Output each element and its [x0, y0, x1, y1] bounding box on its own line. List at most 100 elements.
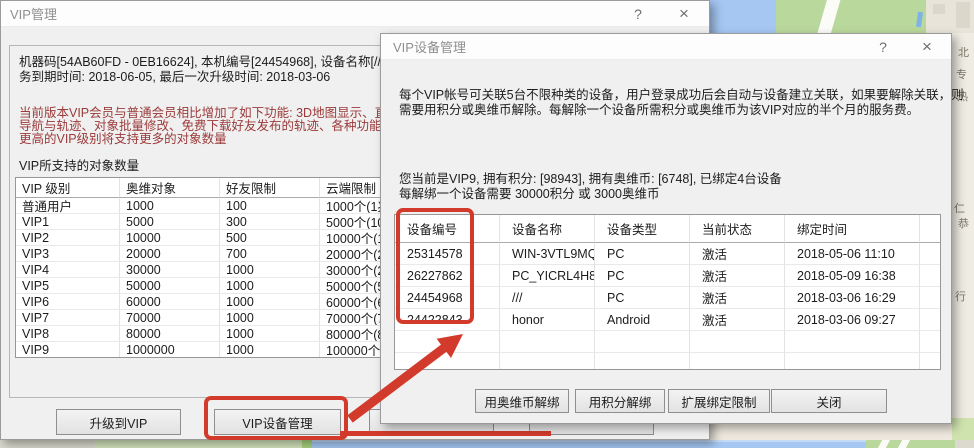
table-cell: VIP5 [16, 278, 120, 294]
table-cell: 50000 [120, 278, 220, 294]
column-header: 设备编号 [395, 215, 500, 243]
table-cell: 2018-05-06 11:10 [785, 243, 920, 265]
map-label: 北 [958, 44, 969, 60]
column-header: 好友限制 [220, 178, 320, 198]
table-cell: 25314578 [395, 243, 500, 265]
table-cell: Android [595, 309, 690, 331]
table-cell [500, 331, 595, 353]
machine-info-line2: 务到期时间: 2018-06-05, 最后一次升级时间: 2018-03-06 [19, 66, 330, 85]
close-button[interactable]: 关闭 [771, 389, 887, 413]
column-header: VIP 级别 [16, 178, 120, 198]
table-row[interactable] [395, 353, 940, 370]
table-cell [395, 331, 500, 353]
map-label: 恭 [958, 215, 969, 231]
table-row[interactable]: 25314578WIN-3VTL9MQ...PC激活2018-05-06 11:… [395, 243, 940, 265]
table-cell [785, 331, 920, 353]
table-cell: VIP8 [16, 326, 120, 342]
column-header: 当前状态 [690, 215, 785, 243]
table-cell: /// [500, 287, 595, 309]
close-icon[interactable]: × [905, 34, 949, 60]
table-cell: PC [595, 287, 690, 309]
table-cell [920, 309, 940, 331]
help-button[interactable]: ? [861, 34, 905, 60]
table-cell: 30000 [120, 262, 220, 278]
vip-device-dialog: VIP设备管理 ? × 每个VIP帐号可关联5台不限种类的设备，用户登录成功后会… [380, 33, 952, 424]
table-cell: 2018-03-06 09:27 [785, 309, 920, 331]
table-cell: 1000 [220, 278, 320, 294]
table-cell [920, 243, 940, 265]
vip-device-manage-button[interactable]: VIP设备管理 [214, 409, 341, 435]
table-cell: 70000 [120, 310, 220, 326]
table-cell: PC_YICRL4H8E... [500, 265, 595, 287]
table-cell [395, 353, 500, 370]
table-cell: 激活 [690, 265, 785, 287]
table-cell: 1000 [220, 262, 320, 278]
unbind-with-coin-button[interactable]: 用奥维币解绑 [475, 389, 569, 413]
main-window-title: VIP管理 [10, 4, 57, 23]
map-building [933, 4, 945, 14]
table-cell: 激活 [690, 309, 785, 331]
table-cell: 2018-05-09 16:38 [785, 265, 920, 287]
table-cell: 1000 [220, 310, 320, 326]
table-cell: 20000 [120, 246, 220, 262]
map-water-segment [312, 440, 866, 448]
table-cell [500, 353, 595, 370]
table-cell: 26227862 [395, 265, 500, 287]
map-segment [95, 440, 302, 448]
map-green-area [952, 418, 974, 442]
main-window-titlebar[interactable]: VIP管理 ? × [1, 1, 709, 27]
table-cell [920, 331, 940, 353]
table-cell: 1000 [220, 294, 320, 310]
dialog-status-line2: 每解绑一个设备需要 30000积分 或 3000奥维币 [399, 183, 660, 202]
table-cell: 5000 [120, 214, 220, 230]
bound-devices-table: 设备编号设备名称设备类型当前状态绑定时间25314578WIN-3VTL9MQ.… [394, 214, 941, 370]
table-cell: honor [500, 309, 595, 331]
map-road [896, 440, 911, 448]
table-cell: VIP4 [16, 262, 120, 278]
close-icon[interactable]: × [661, 1, 707, 27]
table-cell: 10000 [120, 230, 220, 246]
extend-binding-limit-button[interactable]: 扩展绑定限制 [668, 389, 770, 413]
map-road [876, 440, 891, 448]
table-cell: PC [595, 243, 690, 265]
column-header: 设备类型 [595, 215, 690, 243]
column-header: 绑定时间 [785, 215, 920, 243]
table-row[interactable]: 26227862PC_YICRL4H8E...PC激活2018-05-09 16… [395, 265, 940, 287]
map-bottom-strip [0, 440, 974, 448]
dialog-title: VIP设备管理 [393, 37, 466, 56]
table-cell: 普通用户 [16, 198, 120, 214]
table-cell: VIP6 [16, 294, 120, 310]
table-cell: VIP9 [16, 342, 120, 358]
upgrade-to-vip-button[interactable]: 升级到VIP [56, 409, 181, 435]
column-header: 设备名称 [500, 215, 595, 243]
table-cell: 1000 [120, 198, 220, 214]
table-cell: 60000 [120, 294, 220, 310]
vip-table-caption: VIP所支持的对象数量 [19, 155, 139, 174]
table-row[interactable] [395, 331, 940, 353]
table-cell: 500 [220, 230, 320, 246]
unbind-with-points-button[interactable]: 用积分解绑 [575, 389, 665, 413]
table-cell: 激活 [690, 243, 785, 265]
map-segment [866, 440, 955, 448]
map-segment [955, 440, 974, 448]
table-cell: 300 [220, 214, 320, 230]
table-row[interactable]: 24422843honorAndroid激活2018-03-06 09:27 [395, 309, 940, 331]
dialog-intro-line2: 需要用积分或奥维币解除。每解除一个设备所需积分或奥维币为该VIP对应的半个月的服… [399, 99, 919, 118]
table-cell [785, 353, 920, 370]
table-cell: WIN-3VTL9MQ... [500, 243, 595, 265]
map-segment [302, 440, 312, 448]
table-cell: 1000000 [120, 342, 220, 358]
map-label: 行 [955, 288, 966, 304]
dialog-titlebar[interactable]: VIP设备管理 ? × [381, 34, 951, 60]
column-header [920, 215, 940, 243]
help-button[interactable]: ? [615, 1, 661, 27]
table-cell [690, 353, 785, 370]
table-row[interactable]: 24454968///PC激活2018-03-06 16:29 [395, 287, 940, 309]
table-cell [920, 265, 940, 287]
table-cell [920, 353, 940, 370]
table-cell: 1000 [220, 342, 320, 358]
table-cell: 24422843 [395, 309, 500, 331]
table-cell [595, 331, 690, 353]
table-cell: VIP1 [16, 214, 120, 230]
map-label: 仁 [954, 200, 965, 216]
